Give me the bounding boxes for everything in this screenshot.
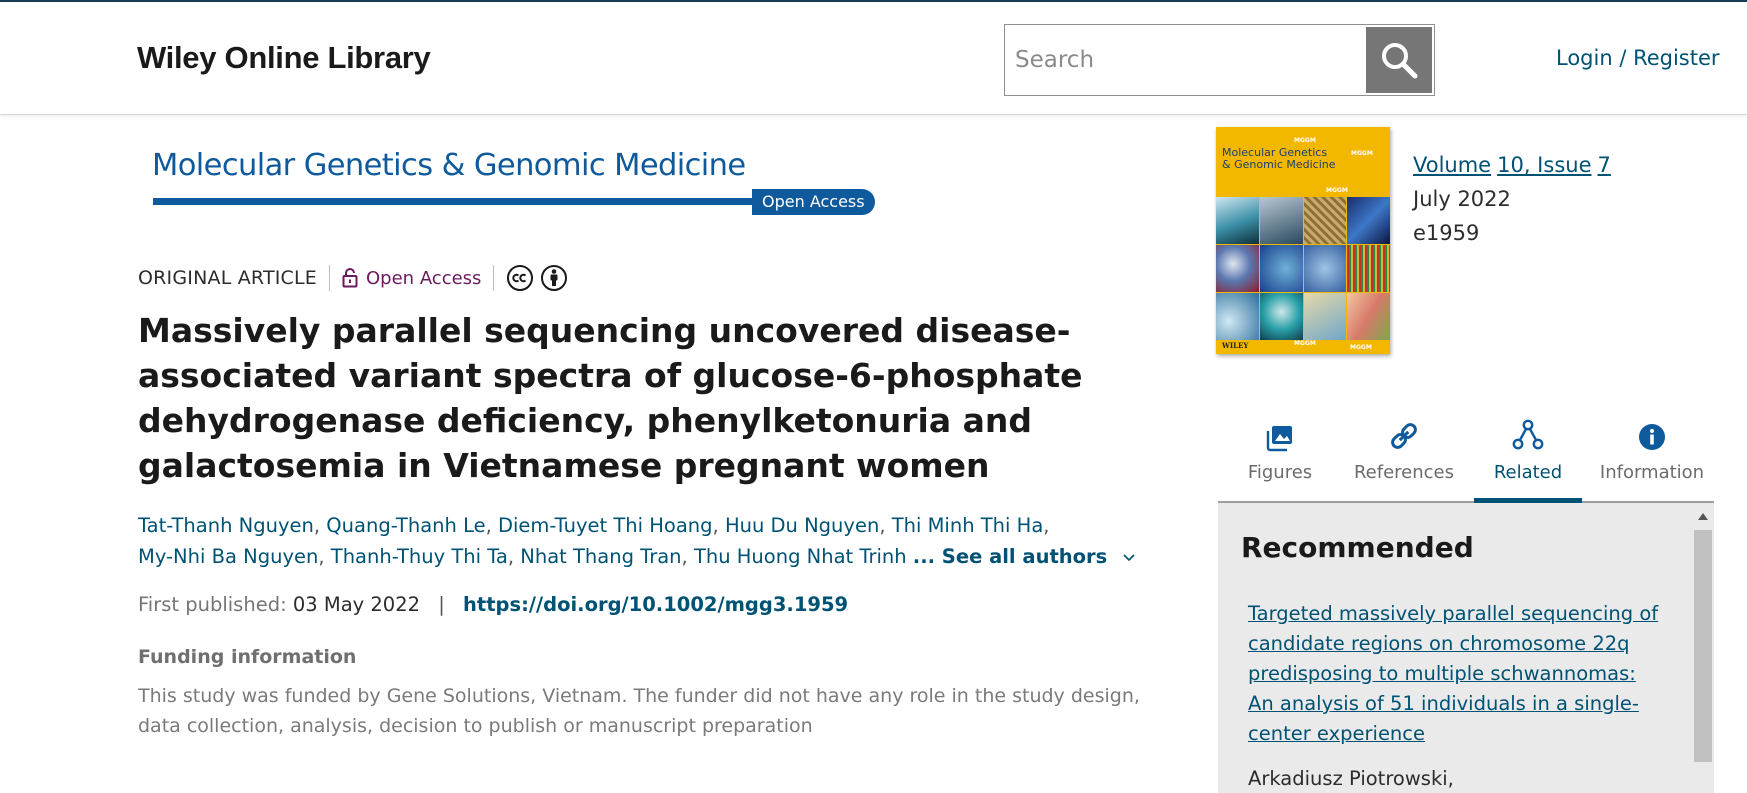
cover-tag: MGGM (1326, 187, 1348, 194)
issue-number-link[interactable]: 7 (1598, 153, 1611, 177)
first-published-label: First published: (138, 593, 287, 616)
link-icon (1391, 423, 1417, 449)
recommended-article-link[interactable]: Targeted massively parallel sequencing o… (1248, 599, 1666, 749)
login-register-link[interactable]: Login / Register (1556, 46, 1720, 70)
search-box (1004, 24, 1435, 96)
cover-title-line: & Genomic Medicine (1222, 158, 1336, 171)
cover-tag: MGGM (1350, 344, 1372, 351)
cover-publisher: WILEY (1222, 341, 1249, 350)
funding-text: This study was funded by Gene Solutions,… (138, 685, 1140, 737)
tab-label: Figures (1247, 462, 1313, 483)
recommended-article-authors: Arkadiusz Piotrowski, (1248, 767, 1454, 790)
attribution-icon[interactable] (540, 264, 568, 292)
author-link[interactable]: Diem-Tuyet Thi Hoang (498, 514, 713, 537)
funding-heading: Funding information (138, 646, 357, 668)
first-published-date: 03 May 2022 (292, 593, 421, 616)
author-link[interactable]: Quang-Thanh Le (326, 514, 485, 537)
tab-label: Information (1599, 462, 1705, 483)
journal-banner-rule (153, 198, 753, 205)
chevron-down-icon (1123, 553, 1135, 561)
journal-banner[interactable]: Molecular Genetics & Genomic Medicine Op… (150, 148, 875, 218)
tab-label: References (1353, 462, 1455, 483)
journal-title: Molecular Genetics & Genomic Medicine (152, 148, 746, 183)
cover-tag: MGGM (1294, 340, 1316, 347)
article-type: ORIGINAL ARTICLE (138, 265, 331, 291)
tab-figures[interactable]: Figures (1218, 412, 1342, 501)
tab-references[interactable]: References (1342, 412, 1466, 501)
info-icon (1639, 424, 1665, 450)
search-input[interactable] (1015, 37, 1345, 83)
open-access-badge: Open Access (330, 265, 495, 291)
tab-related[interactable]: Related (1466, 412, 1590, 503)
author-link[interactable]: Tat-Thanh Nguyen (138, 514, 314, 537)
issue-link[interactable]: 10, Issue (1497, 153, 1591, 177)
open-lock-icon (342, 268, 358, 288)
article-number: e1959 (1413, 221, 1480, 245)
separator: | (438, 593, 445, 616)
see-all-authors-button[interactable]: ... See all authors (913, 545, 1136, 568)
author-link[interactable]: Huu Du Nguyen (725, 514, 879, 537)
search-button[interactable] (1366, 27, 1432, 93)
scroll-up-arrow-icon[interactable] (1698, 513, 1708, 520)
license-icons[interactable] (494, 264, 568, 292)
scrollbar-thumb[interactable] (1694, 530, 1712, 762)
article-tabs: Figures References Related Information (1218, 412, 1714, 503)
tab-information[interactable]: Information (1590, 412, 1714, 501)
recommended-panel: Recommended Targeted massively parallel … (1218, 503, 1714, 793)
image-icon (1266, 426, 1292, 452)
author-list: Tat-Thanh Nguyen, Quang-Thanh Le, Diem-T… (138, 510, 1148, 572)
publication-info: First published: 03 May 2022 | https://d… (138, 593, 848, 616)
article-meta-row: ORIGINAL ARTICLE Open Access (138, 263, 568, 293)
search-icon (1382, 43, 1418, 79)
author-link[interactable]: Thi Minh Thi Ha (892, 514, 1044, 537)
cover-tag: MGGM (1294, 137, 1316, 144)
cover-tag: MGGM (1351, 150, 1373, 157)
panel-scrollbar[interactable] (1692, 503, 1714, 793)
site-logo[interactable]: Wiley Online Library (137, 40, 431, 76)
site-header: Wiley Online Library Login / Register (0, 0, 1747, 115)
issue-date: July 2022 (1413, 187, 1511, 211)
author-link[interactable]: My-Nhi Ba Nguyen (138, 545, 318, 568)
tab-label: Related (1493, 462, 1563, 483)
cover-title: Molecular Genetics & Genomic Medicine (1222, 147, 1336, 171)
doi-link[interactable]: https://doi.org/10.1002/mgg3.1959 (463, 593, 848, 616)
related-nodes-icon (1512, 419, 1544, 450)
author-link[interactable]: Nhat Thang Tran (520, 545, 681, 568)
see-all-authors-label: ... See all authors (912, 545, 1108, 568)
author-link[interactable]: Thanh-Thuy Thi Ta (331, 545, 508, 568)
volume-link[interactable]: Volume (1413, 153, 1491, 177)
cover-mosaic (1216, 197, 1390, 340)
creative-commons-icon[interactable] (506, 264, 534, 292)
author-link[interactable]: Thu Huong Nhat Trinh (694, 545, 907, 568)
recommended-heading: Recommended (1241, 531, 1474, 564)
open-access-label: Open Access (366, 267, 482, 289)
article-title: Massively parallel sequencing uncovered … (138, 311, 1083, 485)
issue-info: Volume 10, Issue 7 July 2022 e1959 (1413, 148, 1617, 250)
journal-cover-image[interactable]: MGGM MGGM Molecular Genetics & Genomic M… (1216, 127, 1390, 354)
journal-open-access-pill: Open Access (752, 189, 875, 215)
